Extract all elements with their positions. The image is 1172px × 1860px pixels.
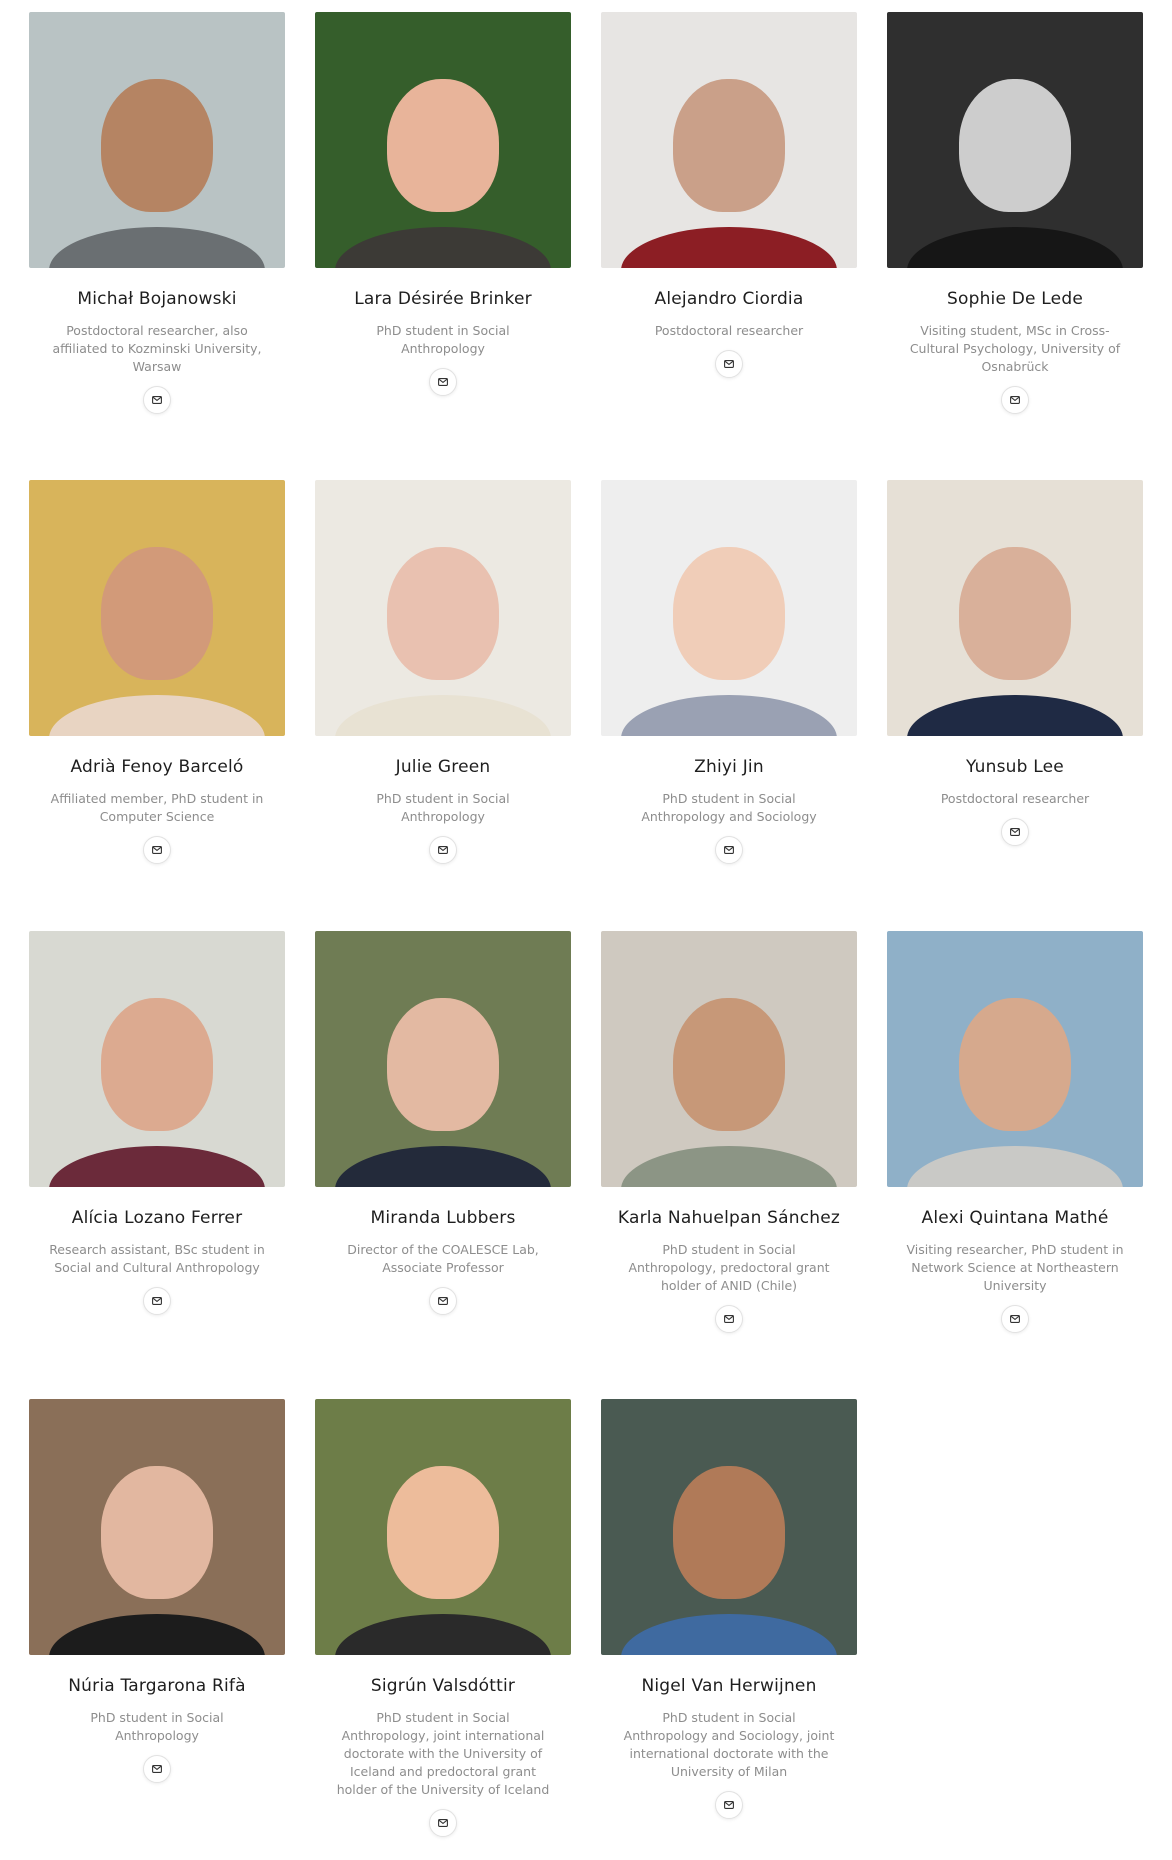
member-name: Sophie De Lede: [947, 289, 1083, 309]
email-button[interactable]: [429, 1809, 457, 1837]
envelope-icon: [152, 1765, 162, 1773]
member-card: Julie Green PhD student in Social Anthro…: [315, 480, 571, 864]
member-photo: [29, 480, 285, 736]
member-role: Visiting researcher, PhD student in Netw…: [906, 1242, 1124, 1293]
email-button[interactable]: [429, 1287, 457, 1315]
member-card: Lara Désirée Brinker PhD student in Soci…: [315, 12, 571, 396]
email-button[interactable]: [715, 836, 743, 864]
member-card: Yunsub Lee Postdoctoral researcher: [887, 480, 1143, 846]
member-name: Karla Nahuelpan Sánchez: [617, 1208, 841, 1228]
member-photo: [315, 1399, 571, 1655]
member-role: PhD student in Social Anthropology: [376, 323, 510, 356]
member-name: Alícia Lozano Ferrer: [71, 1208, 243, 1228]
envelope-icon: [1010, 1315, 1020, 1323]
member-role: Director of the COALESCE Lab, Associate …: [347, 1242, 539, 1275]
member-role: PhD student in Social Anthropology: [376, 791, 510, 824]
envelope-icon: [152, 396, 162, 404]
envelope-icon: [438, 378, 448, 386]
member-name: Nigel Van Herwijnen: [641, 1676, 817, 1696]
member-name: Zhiyi Jin: [694, 757, 764, 777]
envelope-icon: [724, 1315, 734, 1323]
member-role: PhD student in Social Anthropology, join…: [336, 1710, 550, 1797]
team-grid: Michał Bojanowski Postdoctoral researche…: [0, 0, 1172, 1860]
member-role: PhD student in Social Anthropology and S…: [623, 1710, 835, 1779]
member-photo: [29, 1399, 285, 1655]
member-role: Affiliated member, PhD student in Comput…: [50, 791, 264, 824]
member-photo: [29, 931, 285, 1187]
member-card: Núria Targarona Rifà PhD student in Soci…: [29, 1399, 285, 1783]
member-card: Adrià Fenoy Barceló Affiliated member, P…: [29, 480, 285, 864]
member-role: PhD student in Social Anthropology: [90, 1710, 224, 1743]
member-role: Postdoctoral researcher, also affiliated…: [52, 323, 262, 374]
email-button[interactable]: [715, 350, 743, 378]
member-name: Yunsub Lee: [966, 757, 1064, 777]
member-card: Alícia Lozano Ferrer Research assistant,…: [29, 931, 285, 1315]
envelope-icon: [152, 1297, 162, 1305]
envelope-icon: [438, 1297, 448, 1305]
member-card: Sophie De Lede Visiting student, MSc in …: [887, 12, 1143, 414]
envelope-icon: [438, 1819, 448, 1827]
member-role: PhD student in Social Anthropology and S…: [641, 791, 817, 824]
email-button[interactable]: [1001, 386, 1029, 414]
envelope-icon: [438, 846, 448, 854]
member-photo: [887, 12, 1143, 268]
envelope-icon: [724, 360, 734, 368]
member-role: Visiting student, MSc in Cross-Cultural …: [909, 323, 1121, 374]
member-photo: [887, 931, 1143, 1187]
member-name: Alexi Quintana Mathé: [921, 1208, 1109, 1228]
email-button[interactable]: [143, 836, 171, 864]
email-button[interactable]: [143, 1287, 171, 1315]
email-button[interactable]: [715, 1305, 743, 1333]
member-card: Zhiyi Jin PhD student in Social Anthropo…: [601, 480, 857, 864]
member-photo: [601, 480, 857, 736]
member-role: Research assistant, BSc student in Socia…: [49, 1242, 265, 1275]
member-name: Alejandro Ciordia: [654, 289, 804, 309]
member-photo: [315, 931, 571, 1187]
member-card: Nigel Van Herwijnen PhD student in Socia…: [601, 1399, 857, 1819]
member-role: Postdoctoral researcher: [940, 791, 1090, 806]
envelope-icon: [152, 846, 162, 854]
member-name: Michał Bojanowski: [77, 289, 237, 309]
member-photo: [315, 480, 571, 736]
member-photo: [601, 931, 857, 1187]
member-name: Julie Green: [395, 757, 491, 777]
member-card: Karla Nahuelpan Sánchez PhD student in S…: [601, 931, 857, 1333]
member-card: Michał Bojanowski Postdoctoral researche…: [29, 12, 285, 414]
member-role: PhD student in Social Anthropology, pred…: [628, 1242, 830, 1293]
email-button[interactable]: [429, 836, 457, 864]
email-button[interactable]: [1001, 1305, 1029, 1333]
member-photo: [601, 12, 857, 268]
envelope-icon: [724, 1801, 734, 1809]
member-card: Alejandro Ciordia Postdoctoral researche…: [601, 12, 857, 378]
envelope-icon: [1010, 396, 1020, 404]
member-card: Sigrún Valsdóttir PhD student in Social …: [315, 1399, 571, 1837]
email-button[interactable]: [429, 368, 457, 396]
envelope-icon: [724, 846, 734, 854]
email-button[interactable]: [1001, 818, 1029, 846]
member-card: Alexi Quintana Mathé Visiting researcher…: [887, 931, 1143, 1333]
email-button[interactable]: [143, 386, 171, 414]
member-name: Sigrún Valsdóttir: [370, 1676, 516, 1696]
email-button[interactable]: [715, 1791, 743, 1819]
member-photo: [29, 12, 285, 268]
email-button[interactable]: [143, 1755, 171, 1783]
member-photo: [887, 480, 1143, 736]
member-name: Adrià Fenoy Barceló: [70, 757, 244, 777]
member-photo: [315, 12, 571, 268]
envelope-icon: [1010, 828, 1020, 836]
member-name: Núria Targarona Rifà: [68, 1676, 246, 1696]
member-role: Postdoctoral researcher: [654, 323, 804, 338]
member-photo: [601, 1399, 857, 1655]
member-card: Miranda Lubbers Director of the COALESCE…: [315, 931, 571, 1315]
member-name: Lara Désirée Brinker: [354, 289, 532, 309]
member-name: Miranda Lubbers: [370, 1208, 516, 1228]
